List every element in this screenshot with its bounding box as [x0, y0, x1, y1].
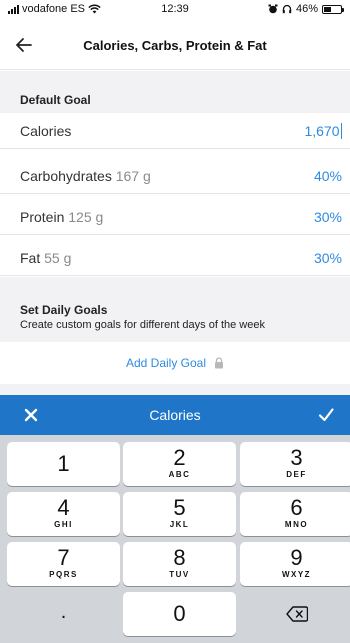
key-4[interactable]: 4 GHI	[7, 492, 120, 536]
calories-value: 1,670	[304, 123, 340, 139]
daily-goals-header: Set Daily Goals	[20, 303, 108, 317]
backspace-key[interactable]	[240, 592, 350, 636]
key-0[interactable]: 0	[123, 592, 236, 636]
page-title: Calories, Carbs, Protein & Fat	[83, 38, 267, 53]
row-label: Protein	[20, 209, 65, 225]
battery-percent: 46%	[295, 3, 318, 15]
key-digit: 1	[57, 451, 70, 476]
fat-amount: 55 g	[44, 250, 72, 266]
carbohydrates-amount: 167 g	[115, 168, 151, 184]
status-right: 46%	[268, 3, 344, 15]
key-decimal[interactable]: .	[7, 592, 120, 636]
status-bar: vodafone ES 12:39 46%	[0, 0, 350, 20]
lock-icon	[215, 357, 224, 369]
key-digit: 3	[290, 445, 303, 470]
protein-percent[interactable]: 30%	[314, 209, 342, 225]
key-3[interactable]: 3 DEF	[240, 442, 350, 486]
keyboard-toolbar: Calories	[0, 395, 350, 435]
row-label: Calories	[20, 123, 72, 139]
key-digit: 2	[173, 445, 186, 470]
battery-level	[324, 6, 332, 12]
protein-label: Protein 125 g	[20, 209, 103, 225]
add-daily-goal-label: Add Daily Goal	[125, 356, 207, 370]
default-goal-section: Default Goal	[0, 71, 350, 113]
key-digit: 8	[173, 545, 186, 570]
keyboard-title: Calories	[149, 407, 201, 423]
protein-row[interactable]: Protein 125 g 30%	[0, 199, 350, 235]
add-daily-goal-row: Add Daily Goal	[0, 342, 350, 384]
key-letters: JKL	[169, 520, 190, 529]
nav-bar: Calories, Carbs, Protein & Fat	[0, 20, 350, 70]
key-5[interactable]: 5 JKL	[123, 492, 236, 536]
key-digit: 4	[57, 495, 70, 520]
add-daily-goal-button[interactable]: Add Daily Goal	[126, 356, 224, 370]
key-letters: GHI	[54, 520, 73, 529]
carbohydrates-percent[interactable]: 40%	[314, 168, 342, 184]
key-letters: PQRS	[49, 570, 78, 579]
backspace-icon	[286, 606, 308, 622]
fat-row[interactable]: Fat 55 g 30%	[0, 240, 350, 276]
key-letters: DEF	[286, 470, 307, 479]
key-8[interactable]: 8 TUV	[123, 542, 236, 586]
section-spacer	[0, 384, 350, 395]
calories-input[interactable]: 1,670	[304, 123, 342, 139]
row-label: Fat	[20, 250, 41, 266]
battery-icon	[322, 4, 344, 14]
default-goal-header: Default Goal	[20, 93, 91, 107]
key-digit: 6	[290, 495, 303, 520]
key-digit: .	[60, 601, 67, 623]
key-letters: ABC	[168, 470, 191, 479]
calories-row[interactable]: Calories 1,670	[0, 113, 350, 149]
key-letters: WXYZ	[281, 570, 312, 579]
checkmark-icon[interactable]	[317, 406, 335, 424]
key-letters: TUV	[169, 570, 190, 579]
headphones-icon	[282, 4, 292, 14]
key-1[interactable]: 1	[7, 442, 120, 486]
numeric-keypad: 1 2 ABC 3 DEF 4 GHI 5 JKL 6 MNO 7 PQRS 8…	[0, 435, 350, 643]
alarm-icon	[268, 4, 278, 14]
calories-label: Calories	[20, 123, 71, 139]
key-digit: 0	[173, 601, 186, 626]
daily-goals-subtitle: Create custom goals for different days o…	[20, 319, 265, 331]
key-digit: 7	[57, 545, 70, 570]
fat-label: Fat 55 g	[20, 250, 71, 266]
key-7[interactable]: 7 PQRS	[7, 542, 120, 586]
key-digit: 9	[290, 545, 303, 570]
key-2[interactable]: 2 ABC	[123, 442, 236, 486]
text-cursor	[340, 123, 342, 139]
key-letters: MNO	[284, 520, 309, 529]
key-6[interactable]: 6 MNO	[240, 492, 350, 536]
fat-percent[interactable]: 30%	[314, 250, 342, 266]
daily-goals-section: Set Daily Goals Create custom goals for …	[0, 277, 350, 342]
protein-amount: 125 g	[68, 209, 104, 225]
carbohydrates-label: Carbohydrates 167 g	[20, 168, 151, 184]
row-label: Carbohydrates	[20, 168, 112, 184]
key-9[interactable]: 9 WXYZ	[240, 542, 350, 586]
key-digit: 5	[173, 495, 186, 520]
carbohydrates-row[interactable]: Carbohydrates 167 g 40%	[0, 158, 350, 194]
